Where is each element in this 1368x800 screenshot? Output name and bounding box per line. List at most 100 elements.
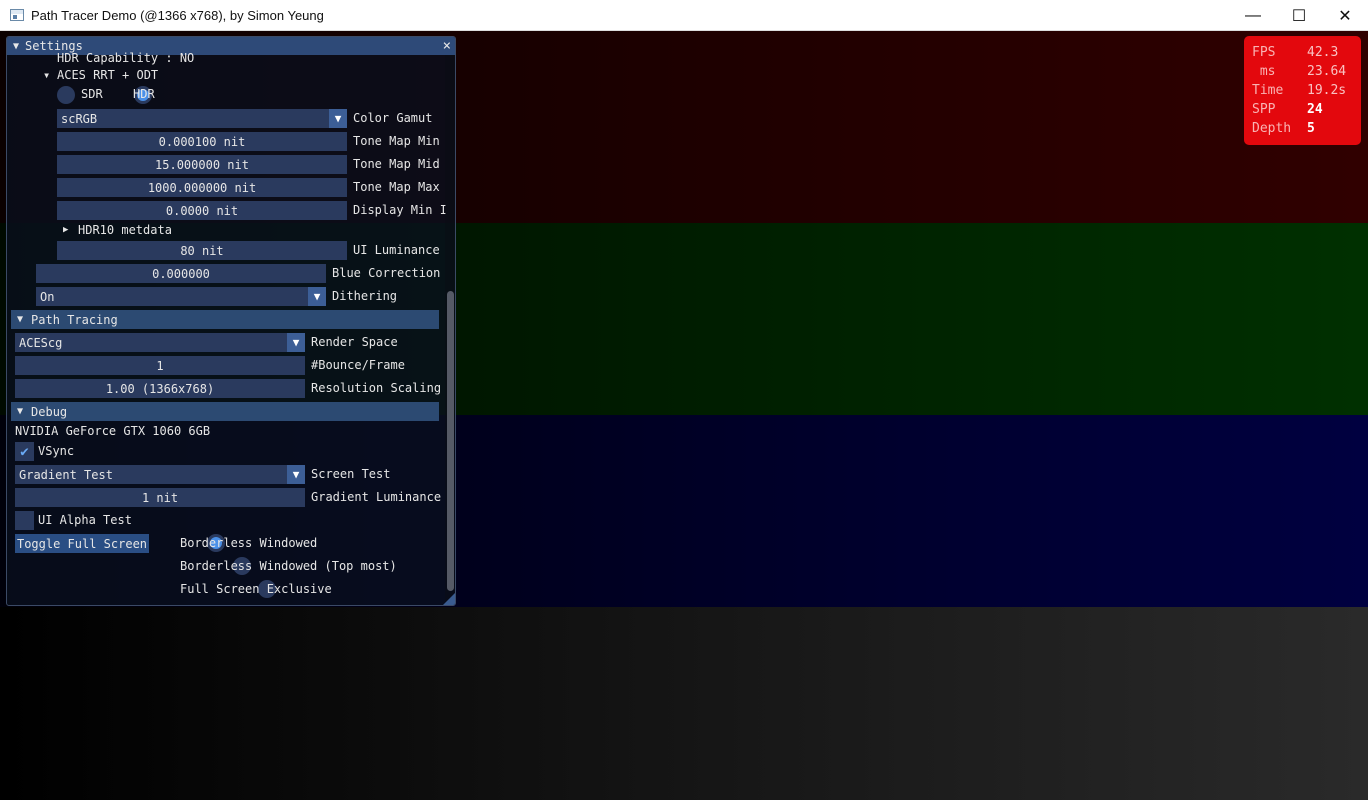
settings-scrollbar[interactable] [445, 55, 455, 605]
ui-luminance-label: UI Luminance [353, 243, 440, 257]
render-space-combo[interactable]: ACEScg ▼ [15, 333, 305, 352]
stat-time: Time 19.2s [1252, 81, 1361, 100]
resolution-value: 1.00 (1366x768) [105, 381, 215, 396]
borderless-topmost-label: Borderless Windowed (Top most) [180, 559, 397, 573]
stat-depth: Depth 5 [1252, 119, 1361, 138]
stat-ms: ms 23.64 [1252, 62, 1361, 81]
color-gamut-value: scRGB [61, 111, 98, 126]
stat-spp-label: SPP [1252, 102, 1276, 117]
app-icon [10, 9, 24, 21]
sdr-radio[interactable] [57, 86, 75, 104]
gradient-luminance-label: Gradient Luminance [311, 490, 442, 504]
stat-spp-value: 24 [1307, 102, 1323, 117]
sdr-label: SDR [81, 87, 103, 101]
vsync-checkbox[interactable]: ✔ [15, 442, 34, 461]
gradient-luminance-slider[interactable]: 1 nit [15, 488, 305, 507]
hdr10-node-arrow-icon[interactable]: ▶ [63, 221, 68, 240]
path-tracing-collapse-icon: ▼ [17, 314, 24, 325]
maximize-button[interactable]: ☐ [1276, 0, 1322, 31]
bounce-per-frame-slider[interactable]: 1 [15, 356, 305, 375]
maximize-icon: ☐ [1291, 7, 1307, 25]
gpu-name: NVIDIA GeForce GTX 1060 6GB [15, 424, 211, 438]
tone-map-min-slider[interactable]: 0.000100 nit [57, 132, 347, 151]
minimize-icon: — [1245, 6, 1261, 24]
stat-fps: FPS 42.3 [1252, 43, 1361, 62]
color-gamut-combo[interactable]: scRGB ▼ [57, 109, 347, 128]
debug-collapse-icon: ▼ [17, 406, 24, 417]
tone-map-min-value: 0.000100 nit [158, 134, 246, 149]
bounce-value: 1 [156, 358, 164, 373]
checkmark-icon: ✔ [20, 443, 29, 460]
vsync-label: VSync [38, 444, 75, 458]
resize-grip-icon[interactable] [443, 593, 455, 605]
hdr10-metadata-node[interactable]: HDR10 metdata [78, 221, 172, 240]
gradient-luminance-value: 1 nit [141, 490, 179, 505]
ui-luminance-slider[interactable]: 80 nit [57, 241, 347, 260]
tone-map-mid-slider[interactable]: 15.000000 nit [57, 155, 347, 174]
full-screen-exclusive-label: Full Screen Exclusive [180, 582, 332, 596]
tone-map-max-label: Tone Map Max [353, 180, 440, 194]
dithering-value: On [40, 289, 55, 304]
render-space-value: ACEScg [19, 335, 63, 350]
display-min-slider[interactable]: 0.0000 nit [57, 201, 347, 220]
toggle-full-screen-button[interactable]: Toggle Full Screen [15, 534, 149, 553]
resolution-label: Resolution Scaling [311, 381, 442, 395]
screen-test-combo[interactable]: Gradient Test ▼ [15, 465, 305, 484]
resolution-scaling-slider[interactable]: 1.00 (1366x768) [15, 379, 305, 398]
window-title: Path Tracer Demo (@1366 x768), by Simon … [31, 7, 324, 23]
minimize-button[interactable]: — [1230, 0, 1276, 31]
stat-fps-label: FPS [1252, 45, 1276, 60]
path-tracing-header[interactable]: ▼ Path Tracing [11, 310, 439, 329]
tone-map-min-label: Tone Map Min [353, 134, 440, 148]
screen-test-value: Gradient Test [19, 467, 113, 482]
close-icon: ✕ [1338, 7, 1352, 25]
color-gamut-dropdown-icon[interactable]: ▼ [329, 109, 347, 128]
collapse-triangle-icon[interactable]: ▼ [13, 41, 19, 52]
debug-title: Debug [31, 404, 68, 419]
screen-test-dropdown-icon[interactable]: ▼ [287, 465, 305, 484]
hdr-label: HDR [133, 87, 155, 101]
settings-window[interactable]: ▼ Settings × HDR Capability : NO ▾ ACES … [6, 36, 456, 606]
window-titlebar[interactable]: Path Tracer Demo (@1366 x768), by Simon … [0, 0, 1368, 31]
tone-map-max-value: 1000.000000 nit [147, 180, 257, 195]
blue-correction-label: Blue Correction [332, 266, 441, 280]
stat-time-label: Time [1252, 83, 1284, 98]
screen-test-label: Screen Test [311, 467, 391, 481]
settings-content: HDR Capability : NO ▾ ACES RRT + ODT SDR… [7, 51, 455, 605]
close-button[interactable]: ✕ [1322, 0, 1368, 31]
display-min-label: Display Min I [353, 203, 447, 217]
settings-close-icon[interactable]: × [443, 38, 451, 54]
stat-time-value: 19.2s [1307, 83, 1347, 98]
borderless-windowed-label: Borderless Windowed [180, 536, 318, 550]
settings-scrollbar-thumb[interactable] [447, 291, 454, 591]
tone-map-mid-label: Tone Map Mid [353, 157, 440, 171]
stat-spp: SPP 24 [1252, 100, 1361, 119]
aces-node-arrow-icon[interactable]: ▾ [43, 66, 50, 85]
tone-map-max-slider[interactable]: 1000.000000 nit [57, 178, 347, 197]
stat-fps-value: 42.3 [1307, 45, 1339, 60]
tone-map-mid-value: 15.000000 nit [155, 157, 249, 172]
render-space-dropdown-icon[interactable]: ▼ [287, 333, 305, 352]
bounce-label: #Bounce/Frame [311, 358, 405, 372]
dithering-combo[interactable]: On ▼ [36, 287, 326, 306]
aces-node-label[interactable]: ACES RRT + ODT [57, 66, 158, 85]
window-controls: — ☐ ✕ [1230, 0, 1368, 31]
display-min-value: 0.0000 nit [165, 203, 239, 218]
ui-luminance-value: 80 nit [180, 243, 224, 258]
path-tracing-title: Path Tracing [31, 312, 118, 327]
dithering-dropdown-icon[interactable]: ▼ [308, 287, 326, 306]
stat-depth-value: 5 [1307, 121, 1315, 136]
ui-alpha-test-label: UI Alpha Test [38, 513, 132, 527]
render-space-label: Render Space [311, 335, 398, 349]
gradient-band-gray [0, 607, 1368, 800]
dithering-label: Dithering [332, 289, 398, 303]
blue-correction-slider[interactable]: 0.000000 [36, 264, 326, 283]
blue-correction-value: 0.000000 [152, 266, 210, 281]
debug-header[interactable]: ▼ Debug [11, 402, 439, 421]
ui-alpha-test-checkbox[interactable] [15, 511, 34, 530]
toggle-full-screen-label: Toggle Full Screen [16, 536, 148, 551]
color-gamut-label: Color Gamut [353, 111, 433, 125]
stat-ms-label: ms [1252, 64, 1276, 79]
stats-overlay: FPS 42.3 ms 23.64 Time 19.2s SPP 24 Depth 5 [1244, 36, 1361, 145]
stat-depth-label: Depth [1252, 121, 1292, 136]
